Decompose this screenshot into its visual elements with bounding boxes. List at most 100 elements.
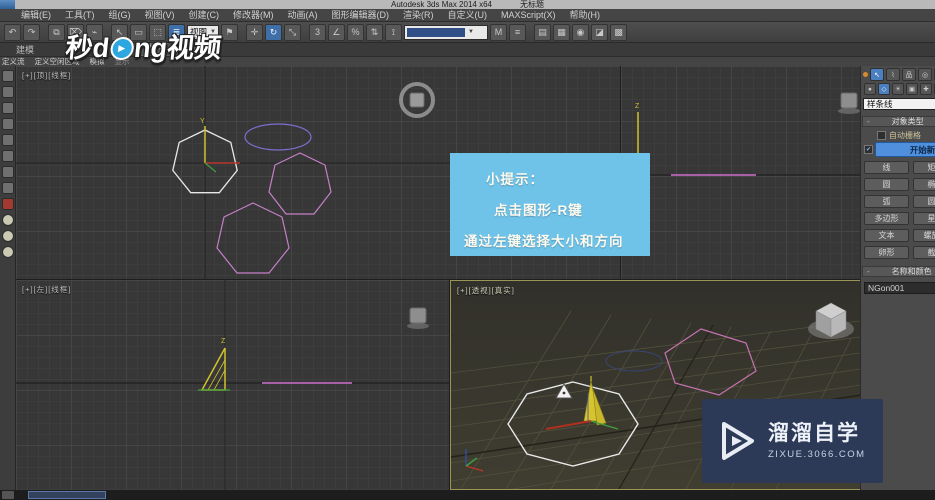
named-selection-combo[interactable]: ▼ bbox=[403, 24, 488, 40]
viewport-left[interactable]: [+][左][线框] Z bbox=[16, 280, 449, 490]
layer-manager-icon[interactable]: ▤ bbox=[533, 23, 551, 41]
dock-icon[interactable] bbox=[1, 182, 14, 194]
menu-tools[interactable]: 工具(T) bbox=[58, 9, 102, 21]
viewport-perspective-label[interactable]: [+][透视][真实] bbox=[457, 285, 515, 296]
viewport-top-label[interactable]: [+][顶][线框] bbox=[22, 70, 71, 81]
menu-bar: 编辑(E) 工具(T) 组(G) 视图(V) 创建(C) 修改器(M) 动画(A… bbox=[0, 9, 935, 22]
menu-graph-editors[interactable]: 图形编辑器(D) bbox=[325, 9, 397, 21]
start-new-shape-button[interactable]: 开始新图形 bbox=[875, 142, 935, 157]
steering-wheel-widget[interactable] bbox=[838, 92, 860, 114]
select-link-icon[interactable]: ⧉ bbox=[48, 23, 65, 41]
ellipse-shape[interactable] bbox=[605, 350, 663, 372]
scale-icon[interactable]: ⤡ bbox=[283, 23, 301, 41]
button-egg[interactable]: 卵形 bbox=[864, 246, 909, 259]
menu-group[interactable]: 组(G) bbox=[102, 9, 138, 21]
tab-create-icon[interactable]: ↖ bbox=[870, 68, 884, 81]
menu-customize[interactable]: 自定义(U) bbox=[441, 9, 495, 21]
tab-modify-icon[interactable]: ⌇ bbox=[886, 68, 900, 81]
rollout-name-color-label: 名称和颜色 bbox=[891, 267, 932, 276]
collapse-icon: - bbox=[867, 267, 870, 276]
steering-wheel-widget[interactable] bbox=[407, 307, 429, 329]
autogrid-checkbox[interactable]: 自动栅格 bbox=[877, 130, 921, 141]
redo-icon[interactable]: ↷ bbox=[23, 23, 40, 41]
category-geometry-icon[interactable]: ● bbox=[864, 83, 876, 95]
angle-snap-icon[interactable]: ∠ bbox=[327, 23, 345, 41]
checkbox-icon bbox=[877, 131, 886, 140]
percent-snap-icon[interactable]: % bbox=[346, 23, 364, 41]
curve-editor-icon[interactable]: ◉ bbox=[571, 23, 589, 41]
mini-listener-window[interactable] bbox=[28, 491, 106, 499]
dock-icon[interactable] bbox=[1, 86, 14, 98]
subtab-define-flow[interactable]: 定义流 bbox=[2, 57, 25, 66]
dock-icon[interactable] bbox=[1, 134, 14, 146]
undo-icon[interactable]: ↶ bbox=[4, 23, 21, 41]
button-donut[interactable]: 圆环 bbox=[913, 195, 935, 208]
ngon-shape-pink-1[interactable] bbox=[268, 152, 332, 215]
ellipse-shape[interactable] bbox=[244, 123, 312, 151]
rollout-object-type[interactable]: - 对象类型 bbox=[862, 116, 935, 127]
category-shapes-icon[interactable]: ◇ bbox=[878, 83, 890, 95]
rollout-name-color[interactable]: - 名称和颜色 bbox=[862, 266, 935, 277]
dock-icon[interactable] bbox=[1, 70, 14, 82]
dock-icon[interactable] bbox=[1, 246, 14, 258]
category-lights-icon[interactable]: ☀ bbox=[892, 83, 904, 95]
menu-animation[interactable]: 动画(A) bbox=[281, 9, 325, 21]
category-cameras-icon[interactable]: ▣ bbox=[906, 83, 918, 95]
spinner-snap-icon[interactable]: ⇅ bbox=[365, 23, 383, 41]
dock-icon[interactable] bbox=[1, 118, 14, 130]
move-icon[interactable]: ✛ bbox=[245, 23, 263, 41]
axis-y-label: Y bbox=[200, 118, 205, 125]
menu-modifiers[interactable]: 修改器(M) bbox=[226, 9, 281, 21]
menu-create[interactable]: 创建(C) bbox=[182, 9, 227, 21]
button-arc[interactable]: 弧 bbox=[864, 195, 909, 208]
menu-maxscript[interactable]: MAXScript(X) bbox=[494, 9, 563, 21]
menu-help[interactable]: 帮助(H) bbox=[563, 9, 608, 21]
dock-icon[interactable] bbox=[1, 230, 14, 242]
dock-icon-record[interactable] bbox=[1, 198, 14, 210]
button-rectangle[interactable]: 矩形 bbox=[913, 161, 935, 174]
rotate-icon[interactable]: ↻ bbox=[264, 23, 282, 41]
dock-icon[interactable] bbox=[1, 150, 14, 162]
viewport-left-label[interactable]: [+][左][线框] bbox=[22, 284, 71, 295]
edit-named-selection-icon[interactable]: ⟟ bbox=[384, 23, 402, 41]
shape-type-dropdown[interactable]: 样条线 bbox=[863, 98, 935, 110]
align-icon[interactable]: ≡ bbox=[508, 23, 526, 41]
tip-line-3: 通过左键选择大小和方向 bbox=[464, 234, 624, 249]
title-bar: Autodesk 3ds Max 2014 x64 无标题 bbox=[0, 0, 935, 9]
button-text[interactable]: 文本 bbox=[864, 229, 909, 242]
category-helpers-icon[interactable]: ✚ bbox=[920, 83, 932, 95]
viewport-front[interactable]: Z bbox=[621, 66, 876, 279]
ngon-shape-pink-2[interactable] bbox=[216, 202, 290, 274]
button-ellipse[interactable]: 椭圆 bbox=[913, 178, 935, 191]
button-star[interactable]: 星形 bbox=[913, 212, 935, 225]
gizmo-z-axis[interactable] bbox=[204, 162, 217, 173]
steering-wheel-widget[interactable] bbox=[399, 82, 435, 118]
button-helix[interactable]: 螺旋线 bbox=[913, 229, 935, 242]
viewport-left-canvas: Z bbox=[16, 280, 449, 490]
dock-icon[interactable] bbox=[1, 214, 14, 226]
tab-hierarchy-icon[interactable]: 品 bbox=[902, 68, 916, 81]
dock-icon[interactable] bbox=[1, 102, 14, 114]
button-line[interactable]: 线 bbox=[864, 161, 909, 174]
menu-edit[interactable]: 编辑(E) bbox=[14, 9, 58, 21]
watermark-bottom-box: 溜溜自学 zixue.3066.com bbox=[702, 399, 883, 483]
maxscript-mini-icon[interactable] bbox=[2, 491, 14, 499]
viewcube[interactable] bbox=[808, 302, 854, 339]
quick-access-toolbar[interactable] bbox=[0, 0, 15, 9]
mirror-icon[interactable]: M bbox=[489, 23, 507, 41]
menu-rendering[interactable]: 渲染(R) bbox=[396, 9, 441, 21]
graphite-ribbon-icon[interactable]: ▦ bbox=[552, 23, 570, 41]
schematic-view-icon[interactable]: ◪ bbox=[590, 23, 608, 41]
tab-modeling[interactable]: 建模 bbox=[16, 43, 34, 56]
material-editor-icon[interactable]: ▩ bbox=[609, 23, 627, 41]
tab-motion-icon[interactable]: ◎ bbox=[918, 68, 932, 81]
button-circle[interactable]: 圆 bbox=[864, 178, 909, 191]
dock-icon[interactable] bbox=[1, 166, 14, 178]
button-section[interactable]: 截面 bbox=[913, 246, 935, 259]
snap-toggle-icon[interactable]: 3 bbox=[308, 23, 326, 41]
button-ngon[interactable]: 多边形 bbox=[864, 212, 909, 225]
start-new-shape-checkbox[interactable]: ✔ bbox=[864, 145, 873, 154]
object-name-field[interactable]: NGon001 bbox=[864, 282, 935, 294]
left-dock-strip bbox=[0, 66, 16, 490]
menu-views[interactable]: 视图(V) bbox=[138, 9, 182, 21]
